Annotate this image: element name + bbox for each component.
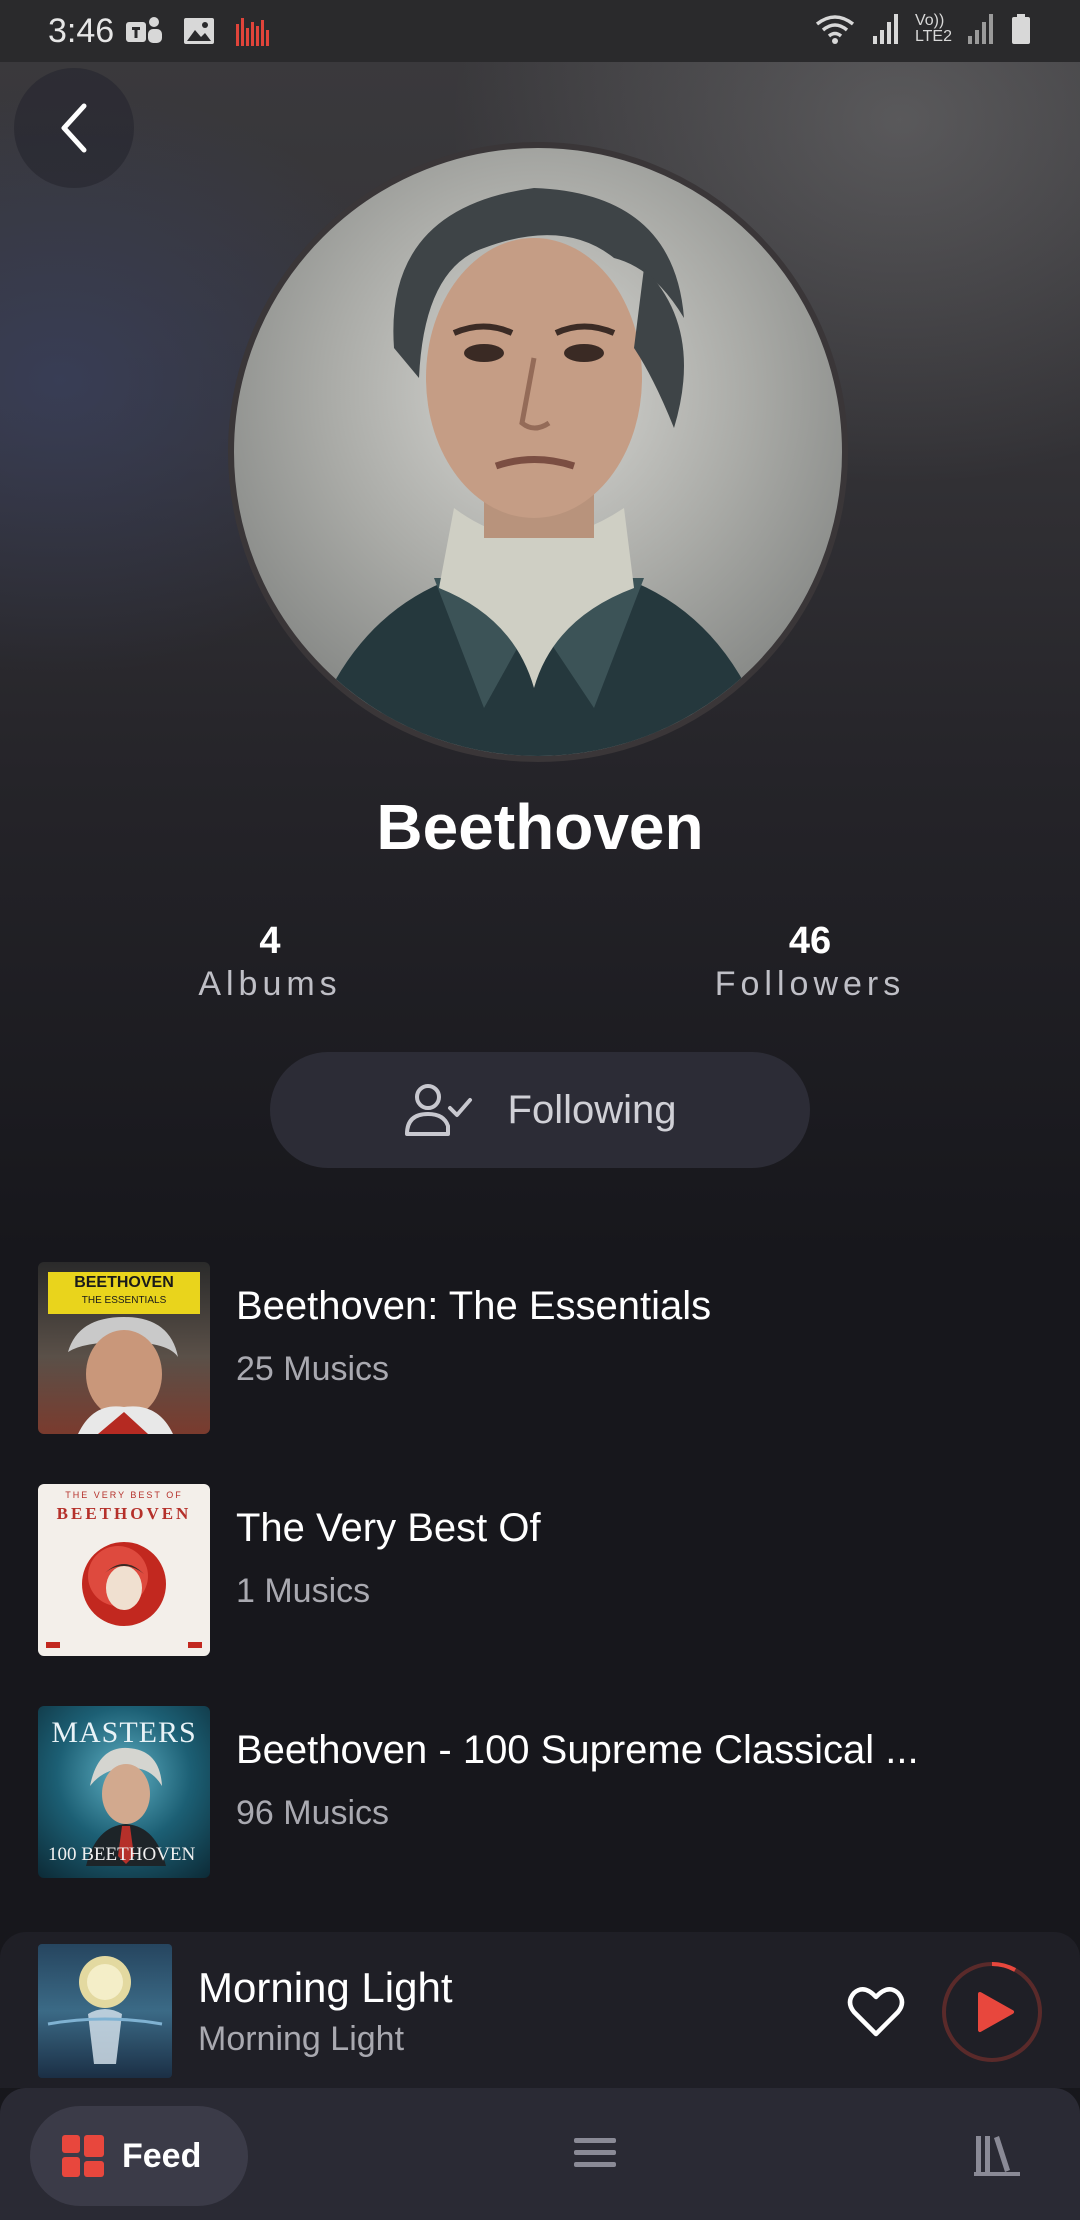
volte-label: Vo)): [914, 12, 945, 29]
battery-icon: [1012, 14, 1030, 44]
album-title: The Very Best Of: [236, 1506, 541, 1550]
play-button[interactable]: [940, 1960, 1044, 2064]
followers-count: 46: [788, 920, 832, 962]
signal-icon-2: [968, 14, 993, 44]
queue-list-icon[interactable]: [572, 2134, 618, 2172]
albums-label: Albums: [198, 965, 342, 1003]
lte-label: LTE2: [914, 28, 952, 45]
now-playing-title: Morning Light: [198, 1964, 453, 2011]
album-cover-art: [46, 1542, 202, 1648]
volte-icon: Vo)) LTE2: [915, 13, 952, 45]
signal-icon: [872, 14, 898, 44]
heart-icon[interactable]: [846, 1984, 906, 2040]
now-playing-cover: [38, 1944, 172, 2078]
following-button[interactable]: Following: [270, 1052, 810, 1168]
chevron-left-icon: [61, 103, 87, 153]
bottom-navigation: Feed: [0, 2088, 1080, 2220]
album-item[interactable]: BEETHOVEN THE ESSENTIALS Beethoven: The …: [0, 1262, 1080, 1434]
album-cover-art: [68, 1317, 178, 1434]
album-track-count: 25 Musics: [236, 1350, 390, 1388]
album-cover-subtext: 100 BEETHOVEN: [48, 1844, 196, 1865]
back-button[interactable]: [14, 68, 134, 188]
album-track-count: 1 Musics: [236, 1572, 371, 1610]
status-right-icons: Vo)) LTE2: [813, 12, 1032, 46]
album-cover: MASTERS 100 BEETHOVEN: [38, 1706, 210, 1878]
user-check-icon: [404, 1084, 472, 1136]
status-left-icons: [124, 14, 270, 48]
followers-label: Followers: [714, 965, 906, 1003]
now-playing-art: [47, 1956, 163, 2064]
artist-portrait: [304, 188, 774, 756]
now-playing-subtitle: Morning Light: [198, 2020, 405, 2058]
album-item[interactable]: THE VERY BEST OF BEETHOVEN The Very Best…: [0, 1484, 1080, 1656]
playback-progress-arc: [991, 1962, 1017, 1972]
feed-icon: [62, 2135, 104, 2177]
play-icon: [978, 1992, 1014, 2032]
wifi-icon: [815, 15, 855, 44]
teams-icon: [126, 17, 162, 43]
status-time: 3:46: [48, 12, 115, 50]
nav-feed-label: Feed: [122, 2136, 202, 2175]
library-icon[interactable]: [974, 2132, 1020, 2176]
followers-stat: 46 Followers: [660, 920, 960, 1004]
artist-avatar: [228, 142, 848, 762]
mini-player[interactable]: Morning Light Morning Light: [0, 1932, 1080, 2088]
album-cover: THE VERY BEST OF BEETHOVEN: [38, 1484, 210, 1656]
album-cover: BEETHOVEN THE ESSENTIALS: [38, 1262, 210, 1434]
gallery-icon: [184, 18, 214, 44]
audio-app-icon: [236, 18, 269, 46]
status-bar: 3:46 Vo)) LTE2: [0, 0, 1080, 62]
nav-feed-tab[interactable]: Feed: [30, 2106, 248, 2206]
album-item[interactable]: MASTERS 100 BEETHOVEN Beethoven - 100 Su…: [0, 1706, 1080, 1878]
following-label: Following: [507, 1087, 677, 1132]
artist-name: Beethoven: [376, 791, 704, 863]
album-track-count: 96 Musics: [236, 1794, 390, 1832]
album-title: Beethoven - 100 Supreme Classical ...: [236, 1728, 919, 1772]
albums-stat: 4 Albums: [120, 920, 420, 1004]
albums-count: 4: [259, 920, 281, 962]
album-title: Beethoven: The Essentials: [236, 1284, 712, 1328]
